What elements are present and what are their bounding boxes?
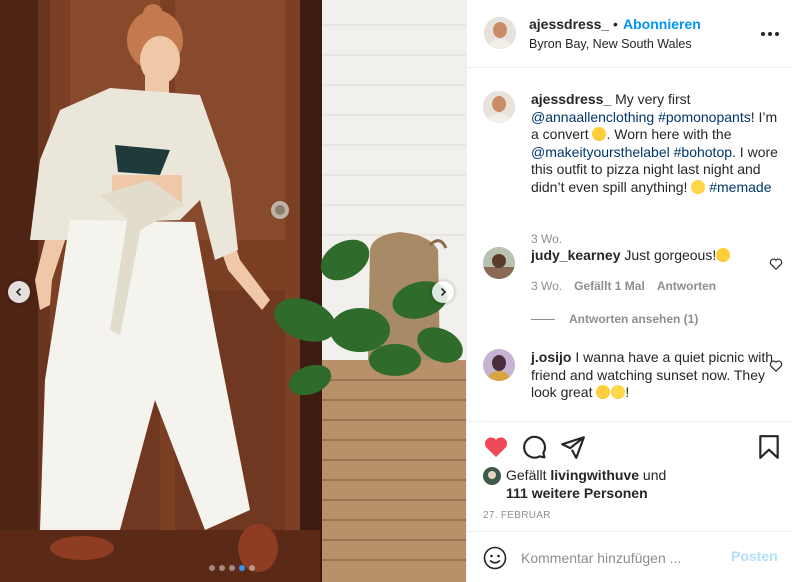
mention-link[interactable]: @makeityoursthelabel (531, 144, 670, 160)
likes-suffix: und (639, 467, 667, 483)
comment-input[interactable] (521, 548, 711, 568)
heart-eyes-emoji-icon (716, 248, 731, 262)
heart-icon[interactable] (483, 434, 509, 460)
commenter-avatar[interactable] (483, 349, 515, 381)
chevron-right-icon (440, 287, 447, 297)
caption-text: ajessdress_ My very first @annaallenclot… (531, 91, 783, 197)
next-photo-button[interactable] (432, 281, 454, 303)
commenter-username[interactable]: judy_kearney (531, 247, 621, 263)
commenter-username[interactable]: j.osijo (531, 349, 571, 365)
caption-segment: . Worn here with the (606, 126, 732, 143)
replies-divider (531, 318, 555, 320)
author-avatar[interactable] (484, 17, 516, 49)
carousel-dot (229, 565, 235, 571)
comment-likes-count[interactable]: Gefällt 1 Mal (574, 279, 645, 293)
header-separator: • (613, 16, 618, 32)
comment-time[interactable]: 3 Wo. (531, 279, 562, 293)
comment-meta: 3 Wo. Gefällt 1 Mal Antworten (531, 279, 716, 293)
hashtag-link[interactable]: #memade (709, 179, 771, 195)
previous-photo-button[interactable] (8, 281, 30, 303)
carousel-dot (209, 565, 215, 571)
comment-punct: ! (625, 384, 630, 401)
post-actions: Gefällt livingwithuve und 111 weitere Pe… (467, 421, 792, 531)
add-comment-bar: Posten (467, 531, 792, 582)
post-details-panel: ajessdress_ • Abonnieren Byron Bay, New … (466, 0, 792, 582)
commenter-avatar[interactable] (483, 247, 515, 279)
share-icon[interactable] (560, 434, 586, 460)
carousel-dots (209, 565, 255, 571)
comment-body: Just gorgeous! (620, 247, 717, 263)
carousel-dot (249, 565, 255, 571)
heart-eyes-emoji-icon (596, 385, 611, 400)
heart-eyes-emoji-icon (592, 127, 607, 142)
likes-line: Gefällt livingwithuve und (506, 466, 666, 484)
caption-segment: My very first (611, 91, 691, 107)
more-horizontal-icon[interactable] (761, 26, 779, 42)
view-replies-label: Antworten ansehen (1) (569, 312, 699, 326)
liker-username[interactable]: livingwithuve (550, 467, 639, 483)
bookmark-icon[interactable] (756, 434, 782, 460)
reply-button[interactable]: Antworten (657, 279, 716, 293)
sweat-smile-emoji-icon (691, 179, 706, 194)
smile-emoji-icon (611, 385, 626, 400)
post-photo[interactable] (0, 0, 466, 582)
caption-meta: 3 Wo. (531, 232, 562, 246)
caption-avatar[interactable] (483, 91, 515, 123)
hashtag-link[interactable]: #pomonopants (658, 109, 751, 125)
author-username[interactable]: ajessdress_ (529, 16, 609, 32)
likes-prefix: Gefällt (506, 467, 551, 483)
hashtag-link[interactable]: #bohotop (674, 144, 732, 160)
caption: ajessdress_ My very first @annaallenclot… (483, 91, 783, 246)
post-comment-button[interactable]: Posten (731, 548, 778, 564)
comment-icon[interactable] (521, 434, 547, 460)
chevron-left-icon (15, 287, 22, 297)
comments-list: ajessdress_ My very first @annaallenclot… (467, 69, 792, 421)
follow-button[interactable]: Abonnieren (623, 16, 701, 32)
comment-text: j.osijo I wanna have a quiet picnic with… (531, 349, 783, 402)
like-comment-heart-icon[interactable] (769, 257, 783, 271)
liker-avatar[interactable] (483, 467, 501, 485)
likes-others-link[interactable]: 111 weitere Personen (506, 484, 648, 502)
caption-username[interactable]: ajessdress_ (531, 91, 611, 107)
like-comment-heart-icon[interactable] (769, 359, 783, 373)
emoji-smiley-icon[interactable] (483, 546, 507, 570)
carousel-dot (219, 565, 225, 571)
comment-item: j.osijo I wanna have a quiet picnic with… (483, 349, 783, 419)
post-location[interactable]: Byron Bay, New South Wales (529, 37, 692, 51)
photo-scene (0, 0, 466, 582)
post-date[interactable]: 27. FEBRUAR (483, 510, 551, 521)
carousel-dot (239, 565, 245, 571)
view-replies-button[interactable]: Antworten ansehen (1) (531, 312, 698, 326)
caption-time[interactable]: 3 Wo. (531, 232, 562, 246)
mention-link[interactable]: @annaallenclothing (531, 109, 654, 125)
comment-text: judy_kearney Just gorgeous! (531, 247, 783, 265)
post-header: ajessdress_ • Abonnieren Byron Bay, New … (467, 0, 792, 68)
